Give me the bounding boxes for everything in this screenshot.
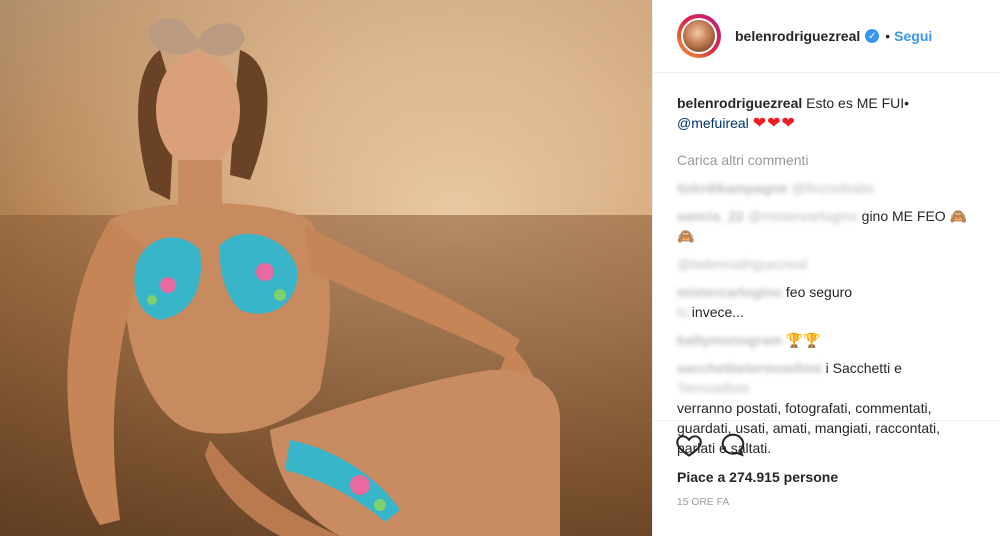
comment-item: lo invece... bbox=[677, 304, 744, 320]
comment-item: sancis_22 @misterearlogino gino ME FEO 🙈… bbox=[677, 208, 968, 244]
post-sidebar: belenrodriguezreal ✓ • Segui belenrodrig… bbox=[653, 0, 1000, 536]
likes-count[interactable]: Piace a 274.915 persone bbox=[653, 459, 1000, 485]
post-actions: Piace a 274.915 persone 15 ORE FA bbox=[653, 420, 1000, 508]
separator-dot: • bbox=[885, 28, 891, 44]
comment-item: @belenrodriguezreal bbox=[677, 256, 808, 272]
heart-emojis: ❤❤❤ bbox=[752, 115, 796, 132]
caption-username[interactable]: belenrodriguezreal bbox=[677, 95, 802, 111]
caption-text: Esto es ME FUI• bbox=[806, 95, 910, 111]
post-timestamp: 15 ORE FA bbox=[677, 497, 730, 508]
verified-badge-icon: ✓ bbox=[865, 29, 880, 43]
post-caption: belenrodriguezreal Esto es ME FUI• @mefu… bbox=[677, 93, 976, 134]
caption-mention[interactable]: @mefuireal bbox=[677, 115, 749, 131]
load-more-comments[interactable]: Carica altri commenti bbox=[677, 150, 976, 170]
heart-icon[interactable] bbox=[675, 431, 703, 459]
comment-item: Termosifoni bbox=[677, 380, 749, 396]
comments-section: belenrodriguezreal Esto es ME FUI• @mefu… bbox=[653, 73, 1000, 458]
username-link[interactable]: belenrodriguezreal bbox=[735, 28, 860, 44]
post-header: belenrodriguezreal ✓ • Segui bbox=[653, 0, 1000, 73]
comment-item: tizkrdikampagne @finzisdiiatio bbox=[677, 180, 875, 196]
comment-item: mistercarlogino feo seguro bbox=[677, 284, 853, 300]
comment-item: sacchettietermosifoni i Sacchetti e bbox=[677, 360, 902, 376]
instagram-post: belenrodriguezreal ✓ • Segui belenrodrig… bbox=[0, 0, 1000, 536]
post-photo[interactable] bbox=[0, 0, 652, 536]
woman-in-bikini-figure bbox=[67, 18, 560, 536]
comment-item: baltymonogram 🏆🏆 bbox=[677, 332, 821, 348]
comment-bubble-icon[interactable] bbox=[719, 431, 747, 459]
follow-button[interactable]: Segui bbox=[894, 28, 932, 44]
avatar[interactable] bbox=[677, 14, 721, 58]
